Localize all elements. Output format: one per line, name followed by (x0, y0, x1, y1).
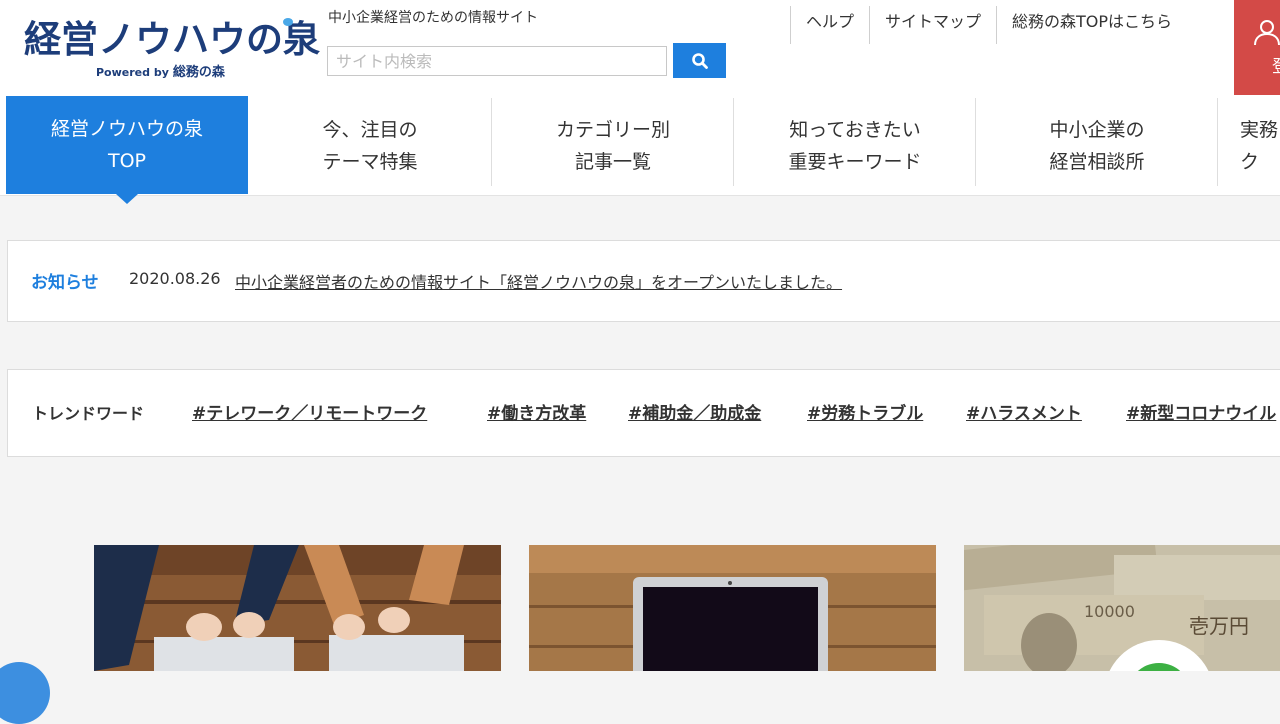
article-card[interactable] (529, 545, 936, 671)
svg-text:壱万円: 壱万円 (1189, 614, 1249, 638)
powered-by-brand: 総務の森 (172, 65, 225, 80)
droplet-icon (283, 18, 293, 26)
chat-button[interactable] (0, 662, 50, 724)
register-button[interactable]: 登 (1234, 0, 1280, 95)
sitemap-link[interactable]: サイトマップ (869, 6, 996, 44)
trend-tag[interactable]: #ハラスメント (966, 399, 1082, 424)
nav-item-label: 知っておきたい 重要キーワード (788, 118, 922, 173)
global-nav: 経営ノウハウの泉 TOP 今、注目の テーマ特集 カテゴリー別 記事一覧 知って… (0, 96, 1280, 204)
svg-text:10000: 10000 (1084, 602, 1135, 621)
site-header: 経営ノウハウの泉 Powered by 総務の森 中小企業経営のための情報サイト … (0, 0, 1280, 96)
trend-label: トレンドワード (32, 404, 145, 423)
nav-divider (1217, 98, 1218, 186)
nav-item-categories[interactable]: カテゴリー別 記事一覧 (492, 96, 734, 195)
nav-item-featured-themes[interactable]: 今、注目の テーマ特集 (249, 96, 491, 195)
article-thumbnail-laptop (529, 545, 936, 671)
active-indicator-arrow (116, 194, 138, 204)
site-tagline: 中小企業経営のための情報サイト (328, 10, 538, 26)
article-thumbnail-yen: 10000 壱万円 (964, 545, 1280, 671)
utility-links: ヘルプ サイトマップ 総務の森TOPはこちら (790, 6, 1187, 44)
trend-tag[interactable]: #新型コロナウイル (1126, 399, 1276, 424)
nav-item-label: 実務 ク (1240, 118, 1279, 173)
trend-tag[interactable]: #働き方改革 (487, 399, 586, 424)
notice-link[interactable]: 中小企業経営者のための情報サイト「経営ノウハウの泉」をオープンいたしました。 (235, 269, 842, 293)
nav-item-top[interactable]: 経営ノウハウの泉 TOP (6, 96, 248, 204)
register-label: 登 (1272, 52, 1280, 77)
trend-tag[interactable]: #テレワーク／リモートワーク (192, 399, 427, 424)
trend-words-bar: トレンドワード #テレワーク／リモートワーク #働き方改革 #補助金／助成金 #… (7, 369, 1280, 457)
notice-date: 2020.08.26 (129, 269, 221, 288)
nav-item-practice[interactable]: 実務 ク (1220, 96, 1280, 195)
user-plus-icon (1254, 20, 1280, 46)
site-logo[interactable]: 経営ノウハウの泉 Powered by 総務の森 (24, 14, 320, 84)
article-thumbnail-laptops (94, 545, 501, 671)
nav-item-consultation[interactable]: 中小企業の 経営相談所 (976, 96, 1218, 195)
article-card[interactable]: 10000 壱万円 (964, 545, 1280, 671)
article-card[interactable] (94, 545, 501, 671)
notice-label: お知らせ (31, 273, 99, 293)
notice-bar: お知らせ 2020.08.26 中小企業経営者のための情報サイト「経営ノウハウの… (7, 240, 1280, 322)
help-link[interactable]: ヘルプ (790, 6, 869, 44)
nav-item-label: 今、注目の テーマ特集 (322, 118, 418, 173)
nav-item-label: 経営ノウハウの泉 TOP (50, 118, 203, 172)
search-button[interactable] (673, 43, 726, 78)
trend-tag[interactable]: #労務トラブル (807, 399, 923, 424)
nav-item-label: 中小企業の 経営相談所 (1049, 118, 1145, 173)
search-icon (691, 52, 708, 69)
powered-by-label: Powered by (96, 66, 169, 79)
soumu-top-link[interactable]: 総務の森TOPはこちら (996, 6, 1187, 44)
search-input[interactable] (327, 46, 667, 76)
nav-item-label: カテゴリー別 記事一覧 (555, 118, 670, 173)
nav-item-keywords[interactable]: 知っておきたい 重要キーワード (734, 96, 976, 195)
logo-text: 経営ノウハウの泉 (24, 18, 320, 61)
trend-tag[interactable]: #補助金／助成金 (628, 399, 761, 424)
logo-powered-by: Powered by 総務の森 (96, 66, 225, 80)
